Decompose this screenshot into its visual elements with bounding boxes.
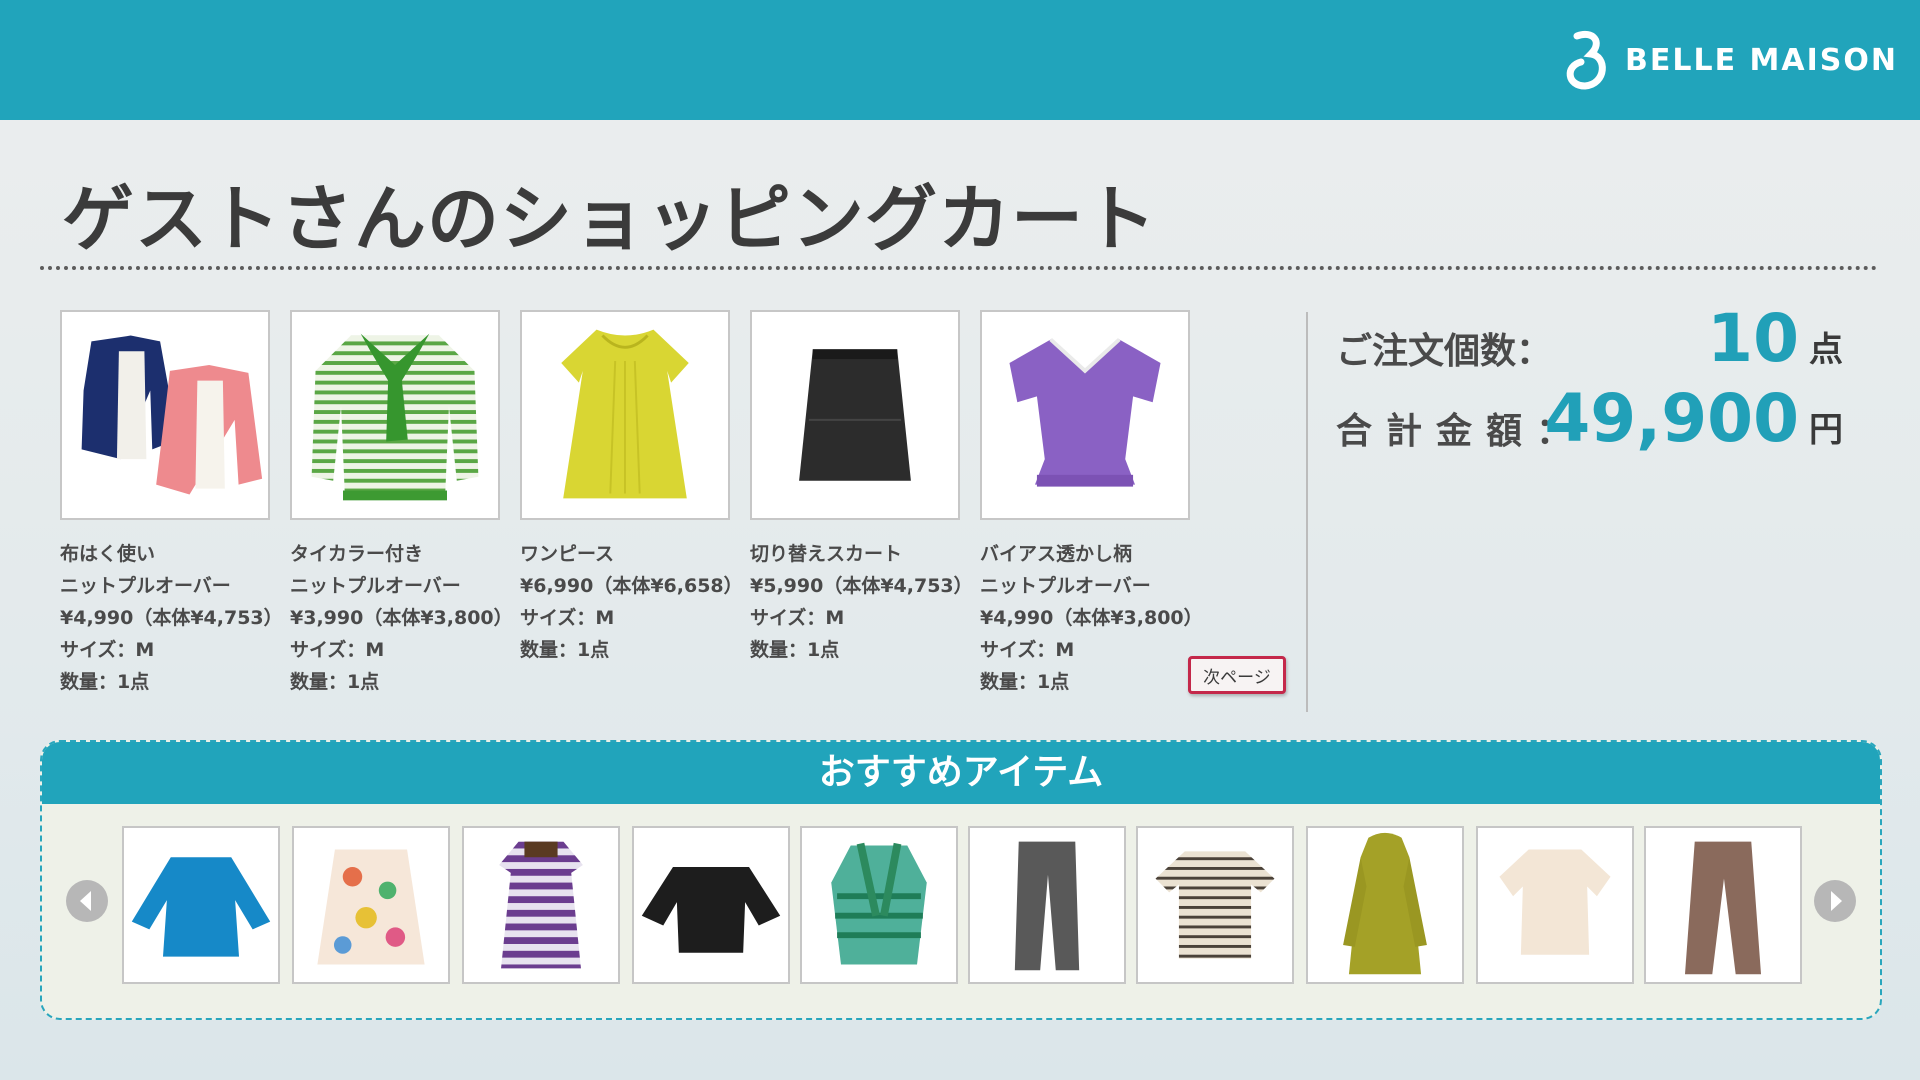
cart-item-quantity: 数量：1点 xyxy=(290,671,380,693)
cart-item-size: サイズ：M xyxy=(290,639,385,661)
cart-item-quantity: 数量：1点 xyxy=(60,671,150,693)
cart-item-quantity: 数量：1点 xyxy=(520,639,610,661)
recommended-item[interactable] xyxy=(1306,826,1464,984)
next-page-button[interactable]: 次ページ xyxy=(1188,656,1286,694)
recommended-items-panel: おすすめアイテム xyxy=(40,740,1882,1020)
cart-item-name: 布はく使い xyxy=(60,543,156,565)
carousel-next-button[interactable] xyxy=(1814,880,1856,922)
cart-item-name: ワンピース xyxy=(520,543,615,565)
cart-item-name: タイカラー付き xyxy=(290,543,424,565)
cart-item-image[interactable] xyxy=(980,310,1190,520)
title-divider xyxy=(40,266,1878,270)
recommended-item[interactable] xyxy=(462,826,620,984)
cart-item-price: ¥4,990（本体¥4,753） xyxy=(60,607,283,629)
cart-item-image[interactable] xyxy=(520,310,730,520)
cart-item-name: ニットプルオーバー xyxy=(980,575,1151,597)
cart-item[interactable]: バイアス透かし柄 ニットプルオーバー ¥4,990（本体¥3,800） サイズ：… xyxy=(980,310,1203,698)
total-amount-value: 49,900 xyxy=(1544,380,1799,457)
total-amount-unit: 円 xyxy=(1809,410,1843,450)
order-count-value: 10 xyxy=(1707,300,1799,377)
order-count: 10 点 xyxy=(1707,300,1843,377)
recommended-item[interactable] xyxy=(1476,826,1634,984)
recommended-title: おすすめアイテム xyxy=(42,742,1880,804)
cart-item-price: ¥6,990（本体¥6,658） xyxy=(520,575,743,597)
carousel-prev-button[interactable] xyxy=(66,880,108,922)
cart-item-name: ニットプルオーバー xyxy=(290,575,461,597)
cart-item[interactable]: 切り替えスカート ¥5,990（本体¥4,753） サイズ：M 数量：1点 xyxy=(750,310,973,666)
cart-item[interactable]: 布はく使い ニットプルオーバー ¥4,990（本体¥4,753） サイズ：M 数… xyxy=(60,310,283,698)
recommended-item[interactable] xyxy=(292,826,450,984)
order-count-label: ご注文個数： xyxy=(1336,331,1553,372)
recommended-item[interactable] xyxy=(632,826,790,984)
brand-logo[interactable]: BELLE MAISON xyxy=(1563,28,1898,92)
top-header-bar: BELLE MAISON xyxy=(0,0,1920,120)
cart-item[interactable]: タイカラー付き ニットプルオーバー ¥3,990（本体¥3,800） サイズ：M… xyxy=(290,310,513,698)
chevron-right-icon xyxy=(1831,891,1842,911)
cart-item-quantity: 数量：1点 xyxy=(980,671,1070,693)
cart-item-size: サイズ：M xyxy=(980,639,1075,661)
belle-maison-logo-icon xyxy=(1566,31,1606,90)
chevron-left-icon xyxy=(80,891,91,911)
cart-item-size: サイズ：M xyxy=(520,607,615,629)
cart-item-quantity: 数量：1点 xyxy=(750,639,840,661)
cart-item-size: サイズ：M xyxy=(60,639,155,661)
cart-item-size: サイズ：M xyxy=(750,607,845,629)
recommended-item[interactable] xyxy=(1644,826,1802,984)
order-count-unit: 点 xyxy=(1809,330,1843,370)
cart-items-list: 布はく使い ニットプルオーバー ¥4,990（本体¥4,753） サイズ：M 数… xyxy=(60,310,1260,700)
cart-item-name: バイアス透かし柄 xyxy=(980,543,1133,565)
page-title: ゲストさんのショッピングカート xyxy=(62,177,1158,261)
cart-item-name: 切り替えスカート xyxy=(750,543,903,565)
total-amount: 49,900 円 xyxy=(1544,380,1843,457)
cart-item-price: ¥3,990（本体¥3,800） xyxy=(290,607,513,629)
cart-item-image[interactable] xyxy=(60,310,270,520)
cart-item-price: ¥5,990（本体¥4,753） xyxy=(750,575,973,597)
recommended-item[interactable] xyxy=(800,826,958,984)
recommended-item[interactable] xyxy=(1136,826,1294,984)
cart-item[interactable]: ワンピース ¥6,990（本体¥6,658） サイズ：M 数量：1点 xyxy=(520,310,743,666)
summary-divider xyxy=(1306,312,1308,712)
recommended-item[interactable] xyxy=(968,826,1126,984)
cart-item-name: ニットプルオーバー xyxy=(60,575,231,597)
cart-item-image[interactable] xyxy=(750,310,960,520)
recommended-item[interactable] xyxy=(122,826,280,984)
brand-name: BELLE MAISON xyxy=(1625,42,1898,78)
cart-item-price: ¥4,990（本体¥3,800） xyxy=(980,607,1203,629)
cart-item-image[interactable] xyxy=(290,310,500,520)
